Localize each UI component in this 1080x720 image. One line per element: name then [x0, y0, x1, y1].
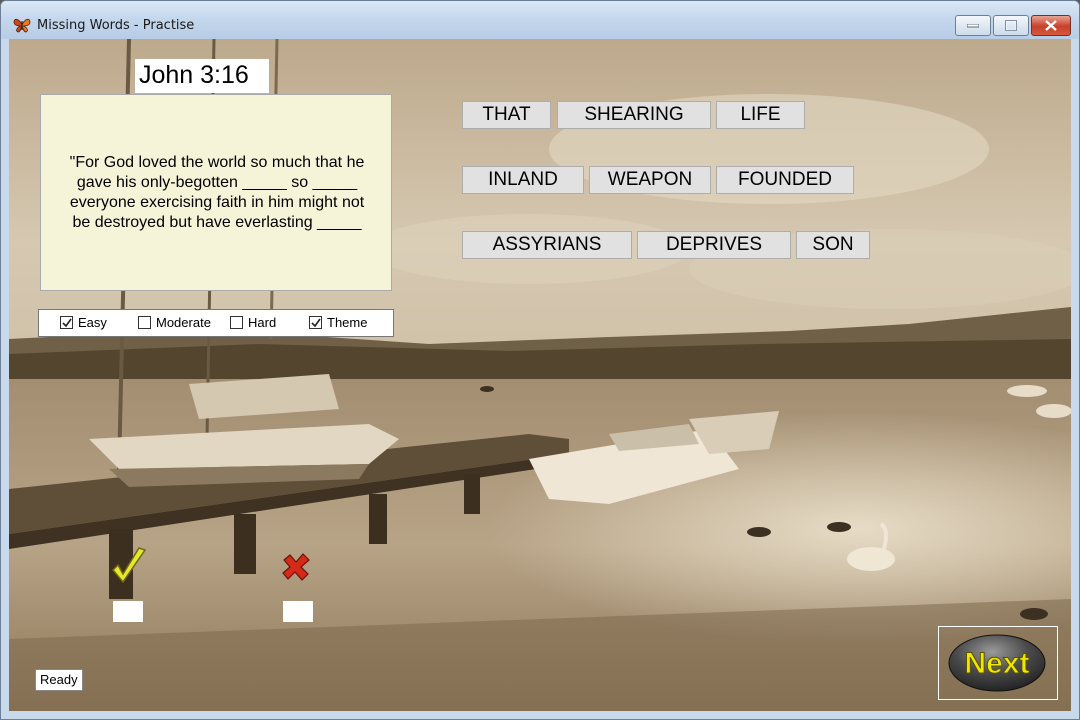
next-button-label: Next: [964, 647, 1029, 680]
word-button[interactable]: INLAND: [462, 166, 584, 194]
verse-line: everyone exercising faith in him might n…: [69, 194, 365, 211]
butterfly-app-icon: [13, 18, 31, 33]
word-button[interactable]: SON: [796, 231, 870, 259]
minimize-icon: [967, 24, 979, 28]
close-icon: [1045, 20, 1057, 31]
status-label: Ready: [35, 669, 83, 691]
checkbox-label: Easy: [78, 315, 107, 330]
cross-icon: [282, 553, 310, 581]
close-button[interactable]: [1031, 15, 1071, 36]
checkmark-icon: [311, 318, 321, 328]
maximize-button[interactable]: [993, 15, 1029, 36]
maximize-icon: [1005, 20, 1017, 31]
wrong-count-box: [283, 601, 313, 622]
checkbox-box[interactable]: [60, 316, 73, 329]
verse-reference-text: John 3:16: [139, 61, 249, 89]
word-button[interactable]: WEAPON: [589, 166, 711, 194]
checkbox-box[interactable]: [309, 316, 322, 329]
title-bar[interactable]: Missing Words - Practise: [1, 1, 1079, 39]
checkmark-icon: [62, 318, 72, 328]
word-button[interactable]: FOUNDED: [716, 166, 854, 194]
minimize-button[interactable]: [955, 15, 991, 36]
check-icon: [111, 547, 147, 584]
verse-line: "For God loved the world so much that he: [69, 154, 365, 171]
verse-line: be destroyed but have everlasting _____: [72, 214, 362, 231]
application-window: Missing Words - Practise John 3:16 "For …: [0, 0, 1080, 720]
word-button[interactable]: ASSYRIANS: [462, 231, 632, 259]
next-button-frame: Next: [938, 626, 1058, 700]
checkbox-label: Hard: [248, 315, 277, 330]
word-button[interactable]: SHEARING: [557, 101, 711, 129]
checkbox-label: Moderate: [156, 315, 211, 330]
verse-text: "For God loved the world so much that he…: [57, 153, 377, 233]
word-button[interactable]: LIFE: [716, 101, 805, 129]
correct-count-box: [113, 601, 143, 622]
checkbox-label: Theme: [327, 315, 368, 330]
game-area: John 3:16 "For God loved the world so mu…: [9, 39, 1071, 711]
window-title: Missing Words - Practise: [37, 18, 195, 33]
verse-reference-label: John 3:16: [135, 59, 269, 93]
checkbox-box[interactable]: [138, 316, 151, 329]
next-button[interactable]: Next: [947, 633, 1047, 693]
verse-panel: "For God loved the world so much that he…: [40, 94, 392, 291]
checkbox-box[interactable]: [230, 316, 243, 329]
word-button[interactable]: THAT: [462, 101, 551, 129]
difficulty-options: Easy Moderate Hard Theme: [38, 309, 394, 337]
verse-line: gave his only-begotten _____ so _____: [76, 174, 358, 191]
word-button[interactable]: DEPRIVES: [637, 231, 791, 259]
